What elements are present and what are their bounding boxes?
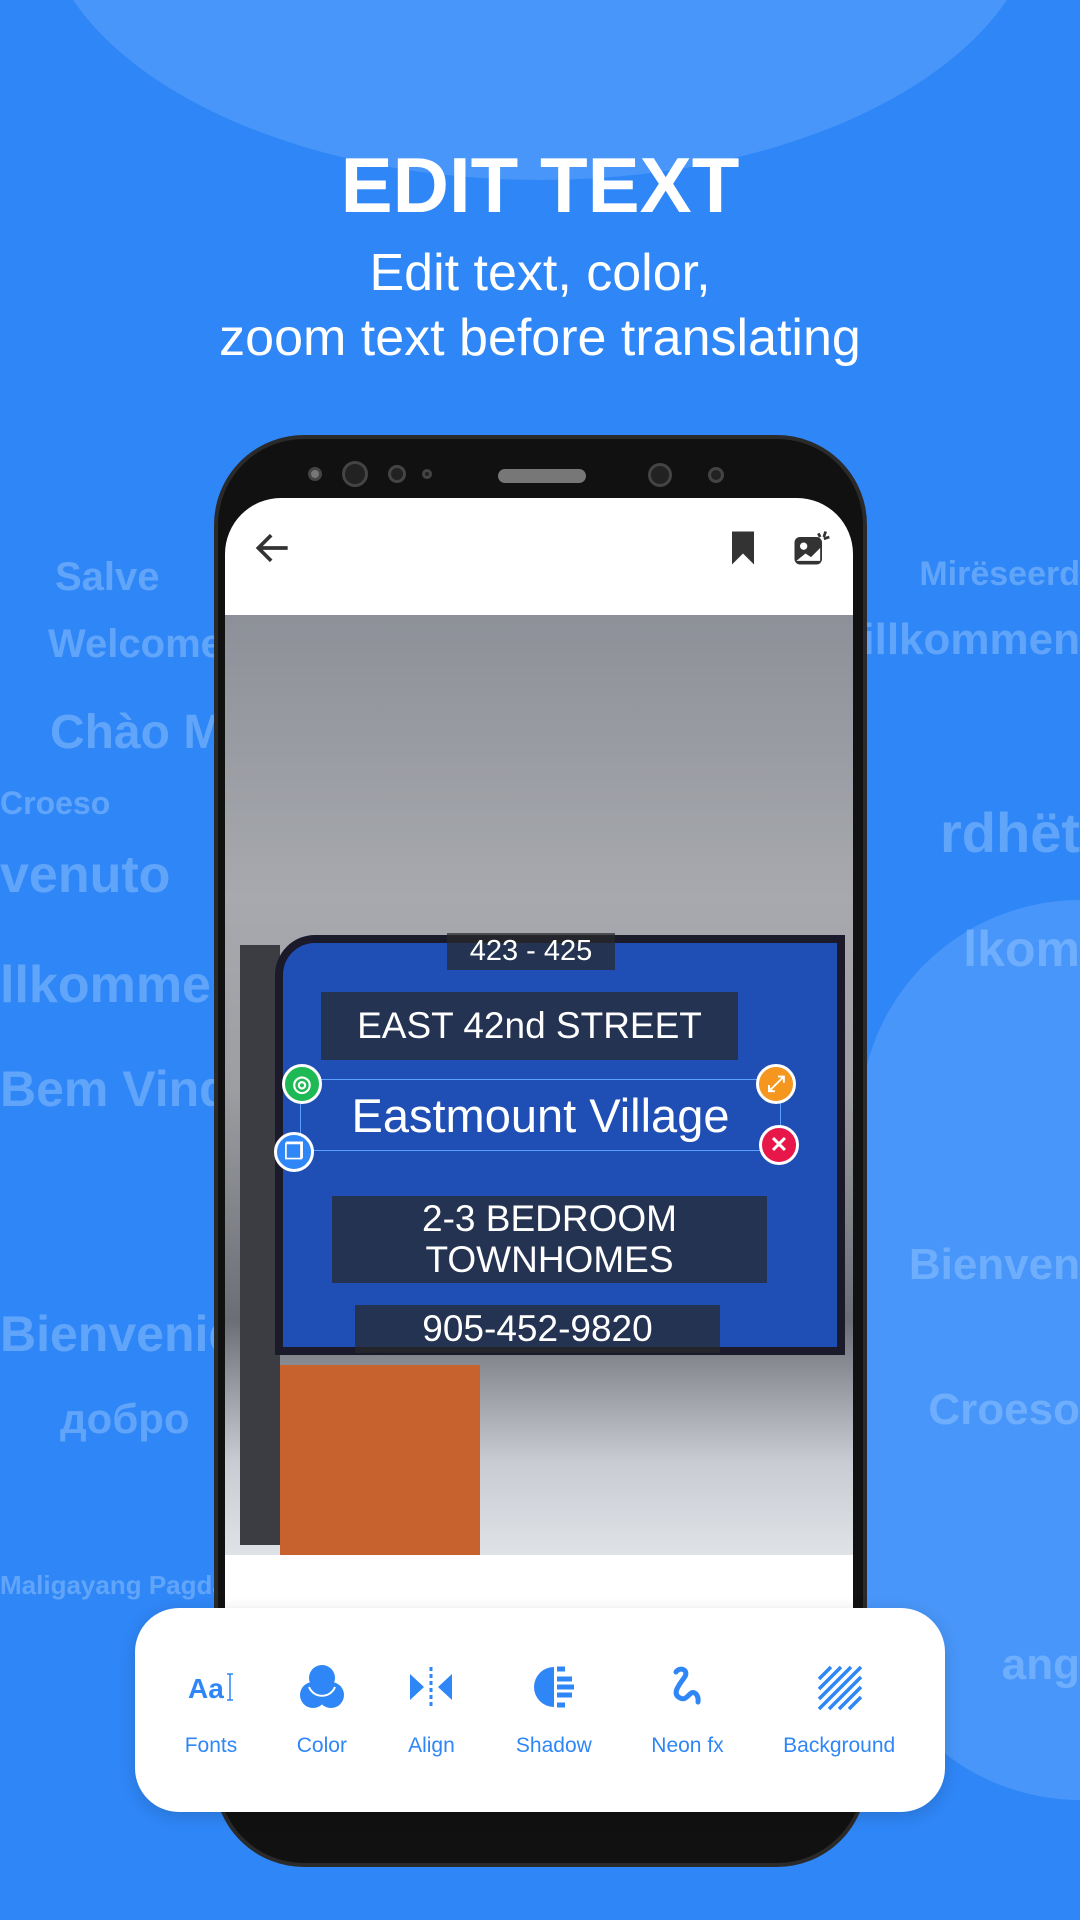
subtitle-line-2: zoom text before translating: [219, 309, 861, 367]
copy-handle-icon[interactable]: ❐: [274, 1132, 314, 1172]
tool-background[interactable]: Background: [783, 1662, 895, 1758]
bg-word: Chào M: [50, 706, 224, 759]
bg-word: rdhët: [940, 801, 1080, 864]
tool-label: Align: [408, 1734, 455, 1757]
font-icon: Aa: [188, 1673, 233, 1704]
bg-word: Salve: [55, 555, 160, 599]
text-overlay-phone[interactable]: 905-452-9820: [355, 1305, 720, 1353]
bg-word: llkommen: [0, 956, 243, 1014]
resize-handle-icon[interactable]: ⤢: [756, 1064, 796, 1104]
bg-word: Bienven: [908, 1240, 1080, 1289]
tool-label: Fonts: [184, 1734, 238, 1757]
bookmark-icon[interactable]: [721, 526, 765, 570]
tool-label: Shadow: [515, 1734, 592, 1757]
shadow-icon: [533, 1666, 574, 1708]
app-bar: [225, 498, 853, 615]
subtitle-line-1: Edit text, color,: [369, 244, 711, 302]
image-edit-icon[interactable]: [789, 526, 833, 570]
sign-post: [240, 945, 280, 1545]
bg-word: Maligayang Pagda: [0, 1570, 227, 1600]
text-overlay-street[interactable]: EAST 42nd STREET: [321, 992, 738, 1060]
bg-word: Croeso: [928, 1385, 1080, 1434]
page-title: EDIT TEXT: [340, 141, 740, 229]
text-overlay-selected[interactable]: Eastmount Village: [300, 1079, 781, 1151]
bg-word: Welcome: [48, 622, 223, 666]
delete-handle-icon[interactable]: ✕: [759, 1125, 799, 1165]
tool-label: Background: [783, 1734, 896, 1757]
tool-color[interactable]: Color: [297, 1662, 347, 1758]
bg-word: ang: [1001, 1640, 1080, 1689]
text-overlay-bedroom[interactable]: 2-3 BEDROOM TOWNHOMES: [332, 1196, 767, 1283]
background-pattern-icon: [817, 1665, 863, 1711]
tool-fonts[interactable]: Aa Fonts: [185, 1662, 238, 1758]
edit-toolbar: Aa Fonts Color Align Shadow Neon fx Back…: [135, 1608, 945, 1812]
speaker-grille: [498, 469, 586, 483]
neon-icon: [673, 1666, 702, 1705]
front-camera: [342, 461, 368, 487]
bg-word: venuto: [0, 846, 171, 904]
bg-word: Bem Vind: [0, 1061, 230, 1117]
tool-align[interactable]: Align: [406, 1662, 456, 1758]
svg-text:Aa: Aa: [188, 1673, 224, 1704]
tool-label: Neon fx: [651, 1734, 724, 1757]
bg-word: Croeso: [0, 785, 111, 821]
bg-word: Mirëseerd: [919, 555, 1080, 593]
move-handle-icon[interactable]: ◎: [282, 1064, 322, 1104]
align-icon: [410, 1667, 453, 1707]
tool-label: Color: [296, 1734, 347, 1757]
bg-word: illkommen: [862, 615, 1080, 664]
tool-shadow[interactable]: Shadow: [516, 1662, 592, 1758]
color-icon: [299, 1665, 344, 1708]
arrow-left-icon[interactable]: [251, 526, 295, 570]
text-overlay-number[interactable]: 423 - 425: [447, 933, 615, 970]
tool-neon[interactable]: Neon fx: [651, 1662, 724, 1758]
bg-word: добро: [60, 1395, 190, 1442]
crate: [280, 1365, 480, 1555]
bg-word: lkom: [963, 921, 1080, 977]
